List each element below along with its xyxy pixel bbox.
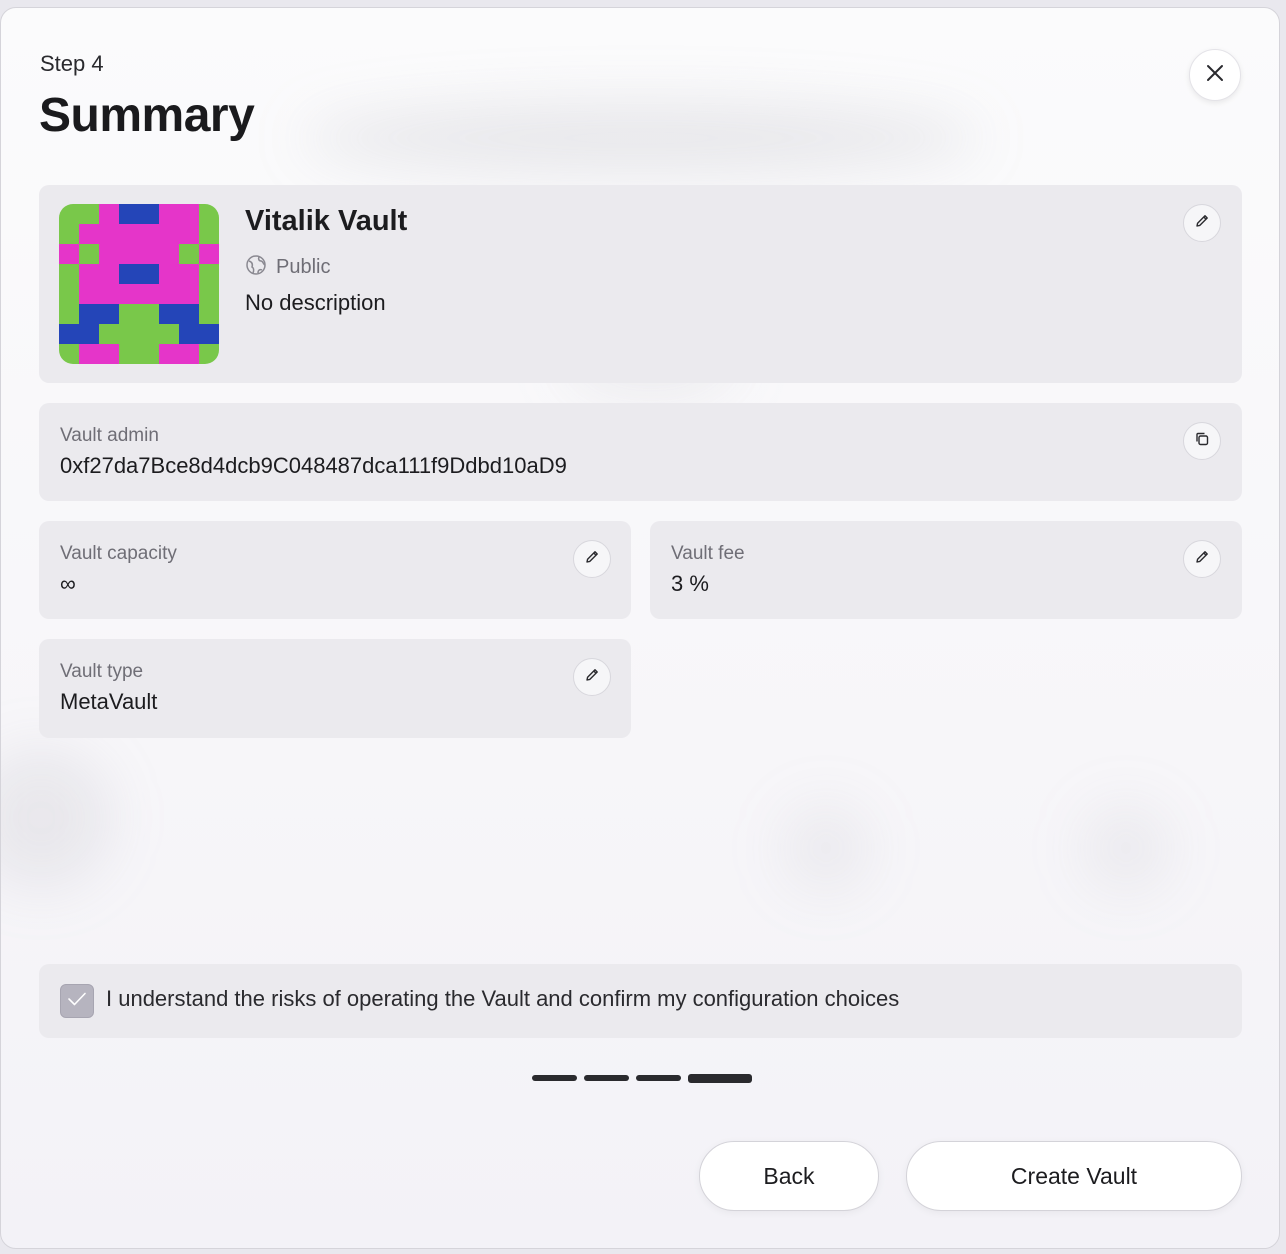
- background-blur: [301, 103, 981, 173]
- risk-confirmation-label: I understand the risks of operating the …: [106, 986, 900, 1011]
- vault-admin-address: 0xf27da7Bce8d4dcb9C048487dca111f9Ddbd10a…: [60, 453, 567, 478]
- vault-type-value: MetaVault: [60, 689, 158, 714]
- edit-type-button[interactable]: [573, 658, 611, 696]
- risk-confirmation-checkbox[interactable]: [60, 984, 94, 1018]
- globe-icon: [245, 254, 267, 281]
- create-vault-modal: Step 4 Summary Vitalik Vault Public No d…: [0, 7, 1280, 1249]
- vault-capacity-value: ∞: [60, 571, 76, 596]
- copy-address-button[interactable]: [1183, 422, 1221, 460]
- progress-step-4: [688, 1073, 752, 1083]
- create-vault-button[interactable]: Create Vault: [906, 1141, 1242, 1211]
- page-title: Summary: [39, 89, 255, 142]
- close-icon: [1206, 64, 1224, 87]
- vault-fee-value: 3 %: [671, 571, 709, 596]
- pencil-icon: [584, 549, 600, 570]
- edit-vault-details-button[interactable]: [1183, 204, 1221, 242]
- vault-fee-label: Vault fee: [671, 543, 745, 564]
- vault-fee-card: Vault fee 3 %: [650, 521, 1242, 619]
- vault-visibility-label: Public: [276, 256, 331, 278]
- pencil-icon: [584, 667, 600, 688]
- background-blur: [781, 803, 871, 893]
- vault-capacity-card: Vault capacity ∞: [39, 521, 631, 619]
- vault-description: No description: [245, 290, 386, 315]
- vault-visibility: Public: [245, 254, 330, 281]
- edit-fee-button[interactable]: [1183, 540, 1221, 578]
- close-button[interactable]: [1189, 49, 1241, 101]
- risk-confirmation-row[interactable]: I understand the risks of operating the …: [39, 964, 1242, 1038]
- progress-step-2: [584, 1075, 629, 1081]
- copy-icon: [1194, 431, 1210, 452]
- vault-admin-card: Vault admin 0xf27da7Bce8d4dcb9C048487dca…: [39, 403, 1242, 501]
- vault-name: Vitalik Vault: [245, 205, 408, 237]
- back-button[interactable]: Back: [699, 1141, 879, 1211]
- vault-avatar: [59, 204, 219, 364]
- vault-capacity-label: Vault capacity: [60, 543, 177, 564]
- vault-type-label: Vault type: [60, 661, 144, 682]
- vault-admin-label: Vault admin: [60, 425, 159, 446]
- background-blur: [1081, 803, 1171, 893]
- edit-capacity-button[interactable]: [573, 540, 611, 578]
- progress-step-1: [532, 1075, 577, 1081]
- pencil-icon: [1194, 549, 1210, 570]
- vault-overview-card: Vitalik Vault Public No description: [39, 185, 1242, 383]
- pencil-icon: [1194, 213, 1210, 234]
- vault-type-card: Vault type MetaVault: [39, 639, 631, 738]
- step-progress-indicator: [532, 1073, 752, 1083]
- background-blur: [1, 748, 111, 888]
- checkmark-icon: [67, 991, 87, 1012]
- step-label: Step 4: [40, 51, 104, 76]
- progress-step-3: [636, 1075, 681, 1081]
